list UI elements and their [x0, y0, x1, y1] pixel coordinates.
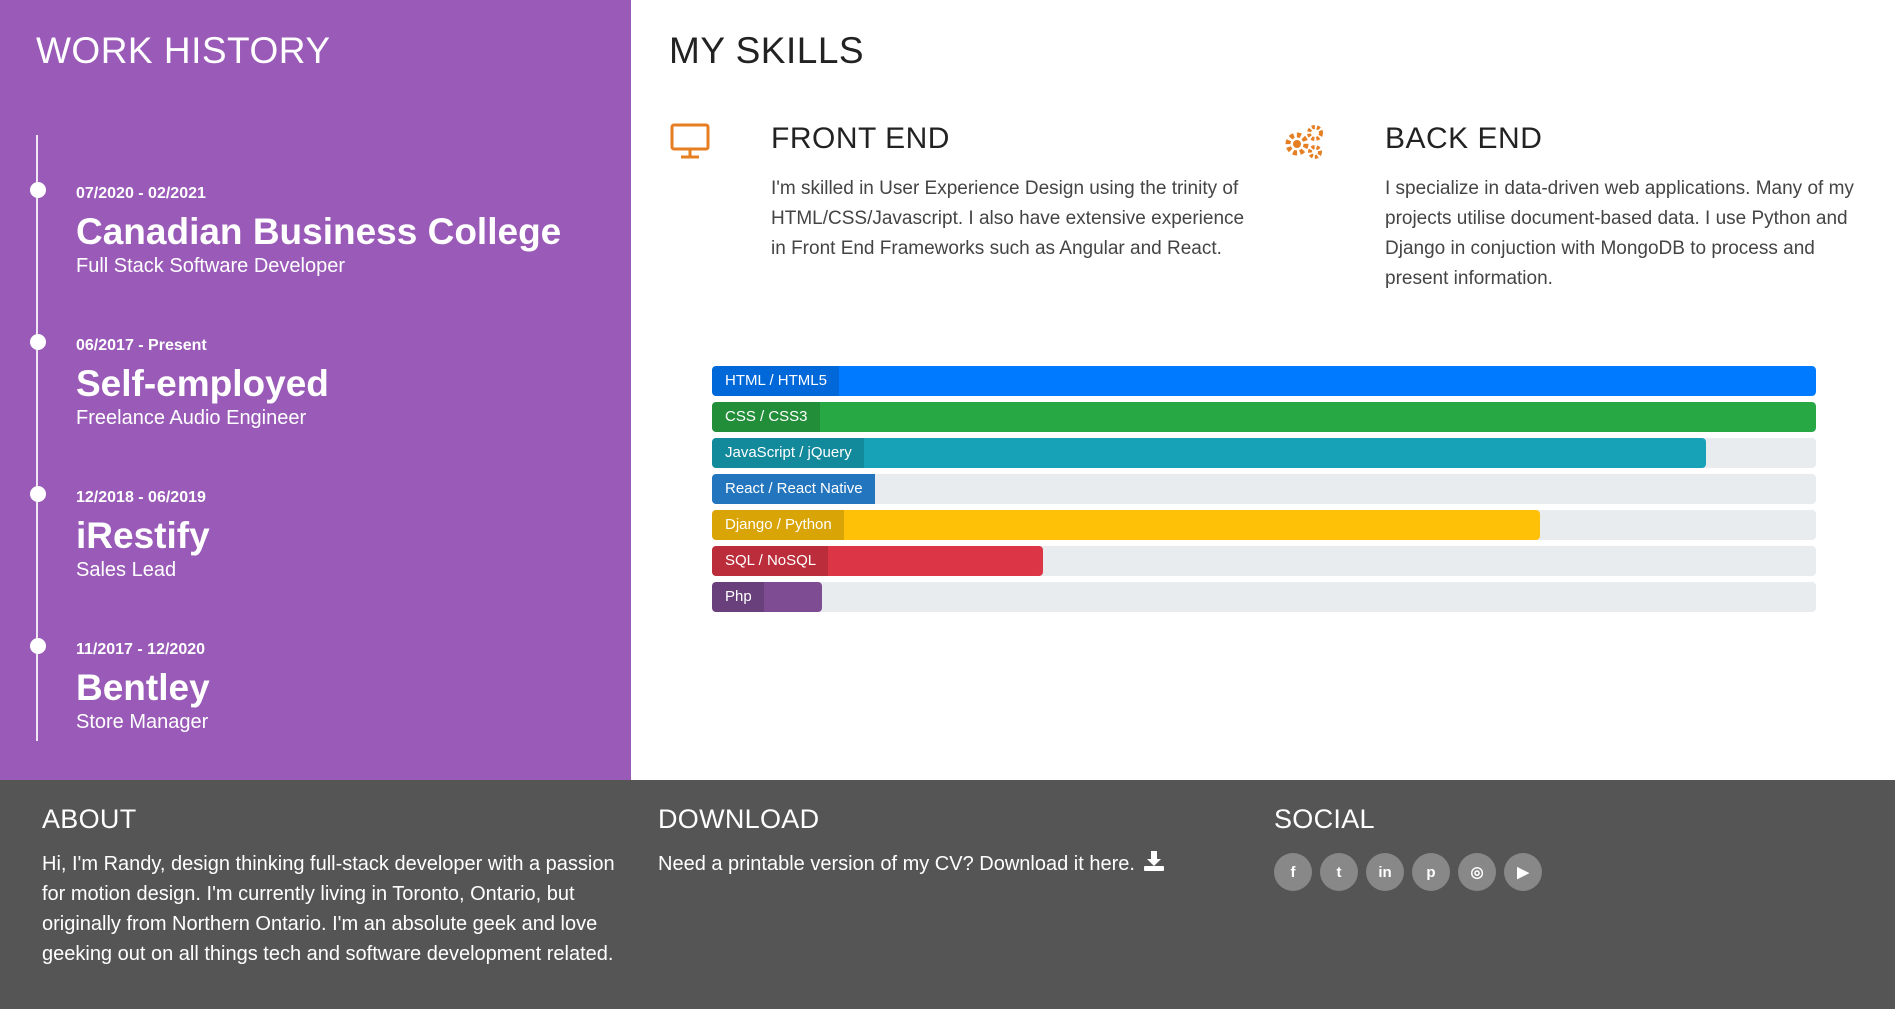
- youtube-icon[interactable]: ▶: [1504, 853, 1542, 891]
- download-link[interactable]: Need a printable version of my CV? Downl…: [658, 849, 1218, 879]
- timeline-item: 07/2020 - 02/2021 Canadian Business Coll…: [30, 182, 562, 278]
- job-dates: 06/2017 - Present: [76, 337, 207, 354]
- download-column: DOWNLOAD Need a printable version of my …: [658, 804, 1218, 879]
- job-company: Bentley: [76, 667, 210, 708]
- skill-bar-label: React / React Native: [712, 474, 875, 504]
- facebook-icon[interactable]: f: [1274, 853, 1312, 891]
- job-dates: 12/2018 - 06/2019: [76, 489, 206, 506]
- timeline-item: 12/2018 - 06/2019 iRestify Sales Lead: [30, 486, 210, 582]
- download-text[interactable]: Need a printable version of my CV? Downl…: [658, 853, 1135, 875]
- skill-bar-label: Django / Python: [712, 510, 844, 540]
- skill-bar: React / React Native: [712, 474, 1816, 504]
- skill-bar-label: HTML / HTML5: [712, 366, 839, 396]
- download-title: DOWNLOAD: [658, 804, 820, 834]
- linkedin-icon[interactable]: in: [1366, 853, 1404, 891]
- skill-bar-label: Php: [712, 582, 764, 612]
- job-company: Canadian Business College: [76, 211, 562, 252]
- footer: ABOUT Hi, I'm Randy, design thinking ful…: [0, 780, 1895, 1009]
- skill-bars: HTML / HTML5 CSS / CSS3 JavaScript / jQuer…: [712, 366, 1816, 618]
- timeline-item: 11/2017 - 12/2020 Bentley Store Manager: [30, 638, 210, 734]
- social-icons: f t in p ◎ ▶: [1274, 853, 1674, 891]
- social-title: SOCIAL: [1274, 804, 1375, 834]
- skill-bar-label: JavaScript / jQuery: [712, 438, 864, 468]
- front-end-text: I'm skilled in User Experience Design us…: [771, 178, 1245, 259]
- skill-bar-label: CSS / CSS3: [712, 402, 820, 432]
- skills-title: MY SKILLS: [669, 30, 865, 71]
- twitter-icon[interactable]: t: [1320, 853, 1358, 891]
- instagram-icon[interactable]: ◎: [1458, 853, 1496, 891]
- about-title: ABOUT: [42, 804, 137, 834]
- about-column: ABOUT Hi, I'm Randy, design thinking ful…: [42, 804, 622, 969]
- skill-bar: HTML / HTML5: [712, 366, 1816, 396]
- work-history-section: WORK HISTORY 07/2020 - 02/2021 Canadian …: [0, 0, 631, 780]
- skill-bar-fill: [712, 366, 1816, 396]
- work-history-title: WORK HISTORY: [36, 30, 331, 71]
- pinterest-icon[interactable]: p: [1412, 853, 1450, 891]
- skill-bar: JavaScript / jQuery: [712, 438, 1816, 468]
- skill-bar: Django / Python: [712, 510, 1816, 540]
- job-role: Freelance Audio Engineer: [76, 407, 307, 429]
- skills-section: MY SKILLS FRONT END I'm skilled in User …: [631, 0, 1895, 780]
- monitor-icon: [670, 123, 710, 159]
- front-end-block: FRONT END I'm skilled in User Experience…: [669, 118, 1244, 264]
- skill-bar-fill: [712, 402, 1816, 432]
- timeline-dot: [30, 334, 46, 350]
- social-column: SOCIAL f t in p ◎ ▶: [1274, 804, 1674, 891]
- download-icon[interactable]: [1143, 850, 1165, 872]
- timeline-dot: [30, 638, 46, 654]
- back-end-block: BACK END I specialize in data-driven web…: [1283, 118, 1854, 294]
- front-end-heading: FRONT END: [771, 122, 950, 155]
- skill-bar-label: SQL / NoSQL: [712, 546, 829, 576]
- job-role: Sales Lead: [76, 559, 177, 581]
- back-end-text: I specialize in data-driven web applicat…: [1385, 178, 1854, 289]
- timeline-dot: [30, 486, 46, 502]
- job-company: iRestify: [76, 515, 210, 556]
- skill-bar: SQL / NoSQL: [712, 546, 1816, 576]
- job-role: Full Stack Software Developer: [76, 255, 346, 277]
- timeline-item: 06/2017 - Present Self-employed Freelanc…: [30, 334, 329, 430]
- skill-bar: CSS / CSS3: [712, 402, 1816, 432]
- job-dates: 07/2020 - 02/2021: [76, 185, 206, 202]
- about-text: Hi, I'm Randy, design thinking full-stac…: [42, 853, 615, 965]
- skill-bar: Php: [712, 582, 1816, 612]
- gears-icon: [1285, 125, 1323, 159]
- job-company: Self-employed: [76, 363, 329, 404]
- job-dates: 11/2017 - 12/2020: [76, 641, 206, 658]
- job-role: Store Manager: [76, 711, 209, 733]
- timeline-dot: [30, 182, 46, 198]
- back-end-heading: BACK END: [1385, 122, 1543, 155]
